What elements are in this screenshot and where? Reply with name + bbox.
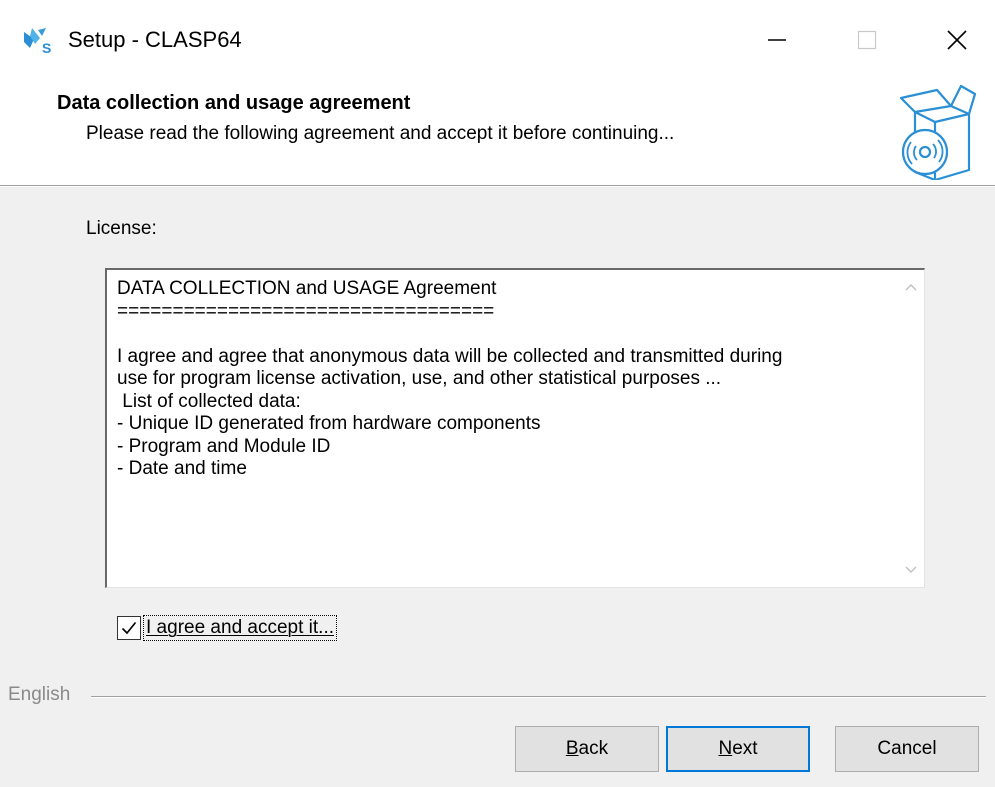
minimize-button[interactable] [747,18,807,62]
back-label-rest: ack [578,738,609,759]
svg-text:S: S [42,40,51,56]
cancel-button[interactable]: Cancel [835,726,979,772]
license-label: License: [86,218,157,239]
next-label-rest: ext [732,738,758,759]
language-label: English [8,684,71,705]
window-title: Setup - CLASP64 [68,27,242,52]
agree-checkbox[interactable] [117,616,141,640]
software-box-icon [899,84,977,180]
page-subtitle: Please read the following agreement and … [86,123,675,144]
header-divider [0,185,995,187]
close-icon [947,30,967,50]
maximize-icon [857,30,877,50]
next-mnemonic: N [718,738,733,759]
language-divider [91,696,986,698]
agree-checkbox-row[interactable]: I agree and accept it... [117,613,338,643]
next-button[interactable]: Next [666,726,810,772]
scroll-down-button[interactable] [900,559,922,581]
back-mnemonic: B [565,738,579,759]
chevron-up-icon [905,284,917,291]
maximize-button[interactable] [837,18,897,62]
checkmark-icon [121,621,137,635]
wizard-header: Data collection and usage agreement Plea… [0,80,995,185]
setup-window: S Setup - CLASP64 Data collection and us… [0,0,995,787]
back-button[interactable]: Back [515,726,659,772]
close-button[interactable] [927,18,987,62]
app-logo-icon: S [24,28,51,56]
agree-label[interactable]: I agree and accept it... [142,615,338,641]
title-bar[interactable]: S Setup - CLASP64 [0,0,995,80]
chevron-down-icon [905,566,917,573]
scroll-up-button[interactable] [900,276,922,298]
minimize-icon [768,39,786,41]
license-text: DATA COLLECTION and USAGE Agreement ====… [117,278,783,479]
license-textbox[interactable]: DATA COLLECTION and USAGE Agreement ====… [105,268,925,588]
page-title: Data collection and usage agreement [57,92,411,114]
